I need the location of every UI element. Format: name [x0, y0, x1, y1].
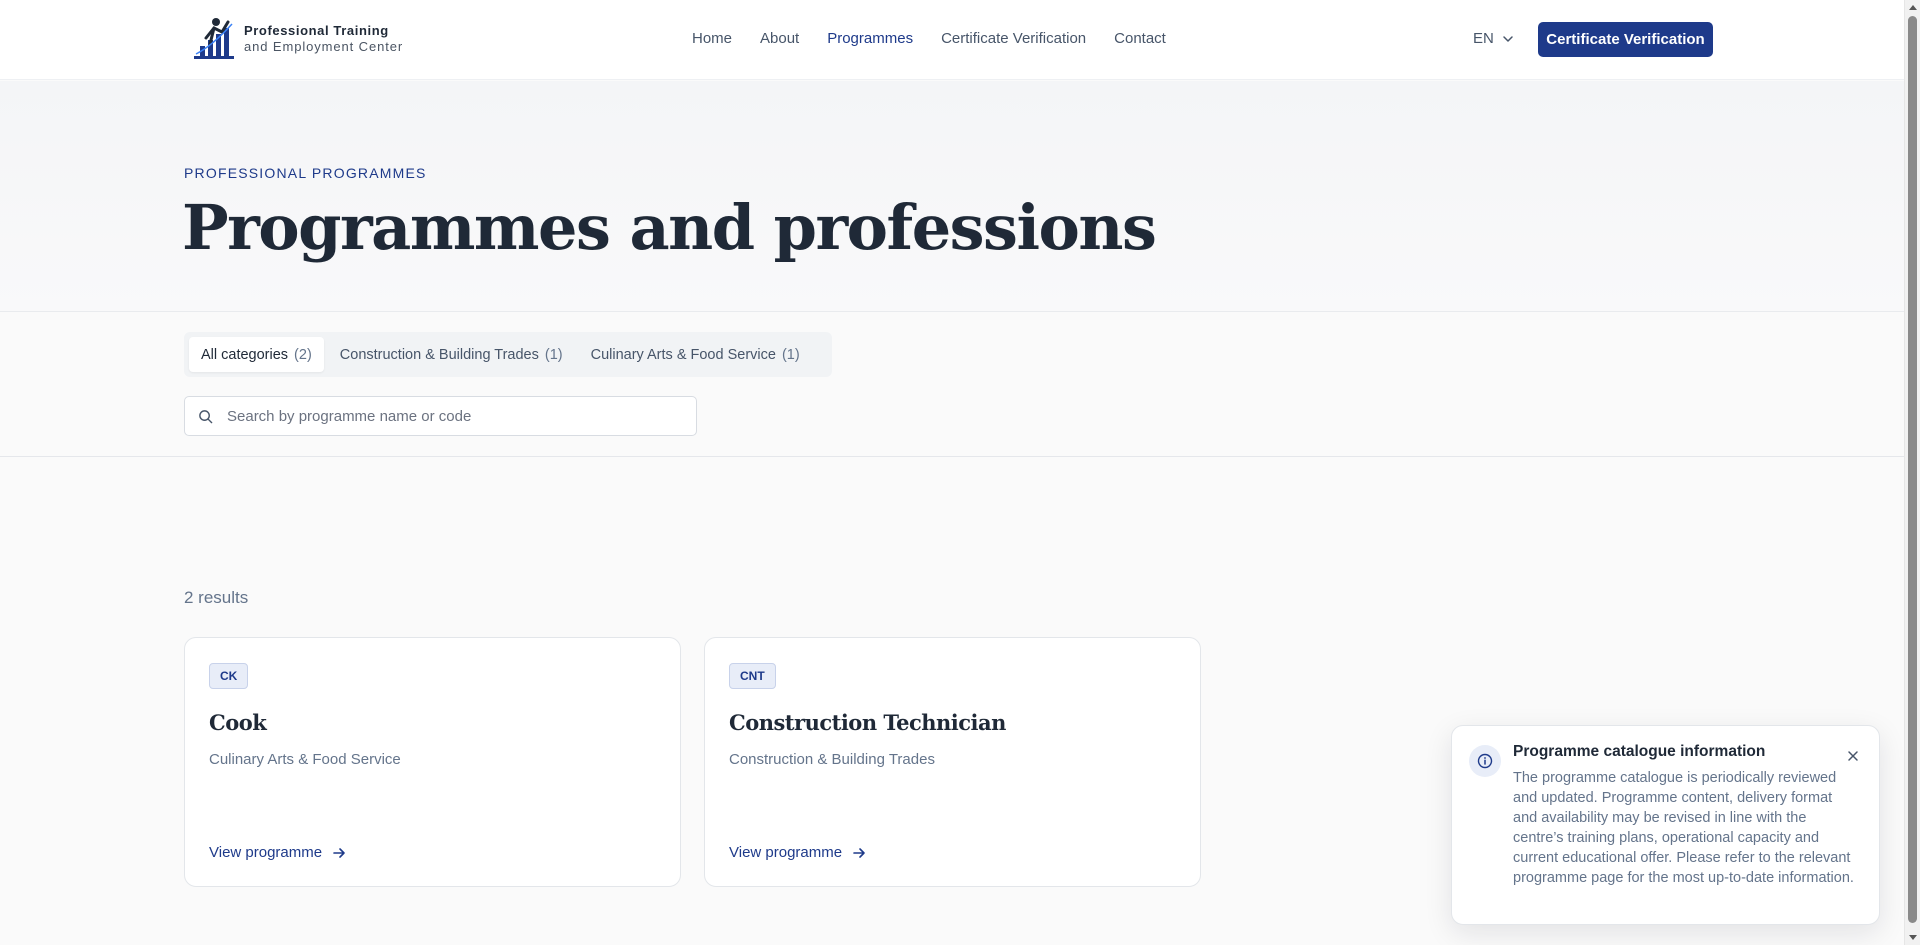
programme-card-cook[interactable]: CK Cook Culinary Arts & Food Service Vie… — [184, 637, 681, 887]
tab-culinary-arts-food-service[interactable]: Culinary Arts & Food Service (1) — [579, 337, 812, 372]
nav-item-certificate-verification[interactable]: Certificate Verification — [941, 30, 1086, 47]
hero-section: Professional programmes Programmes and p… — [0, 81, 1904, 312]
nav-item-programmes[interactable]: Programmes — [827, 30, 913, 47]
catalogue-info-toast: Programme catalogue information The prog… — [1451, 725, 1880, 925]
page-scrollbar[interactable] — [1904, 0, 1920, 945]
tab-count: (1) — [544, 346, 563, 363]
scrollbar-thumb[interactable] — [1908, 16, 1917, 923]
search-icon — [199, 409, 213, 423]
category-tabs: All categories (2) Construction & Buildi… — [184, 332, 832, 377]
tab-count: (1) — [781, 346, 800, 363]
arrow-right-icon — [853, 847, 865, 858]
certificate-verification-button[interactable]: Certificate Verification — [1538, 22, 1713, 57]
brand-name-line1: Professional Training — [244, 23, 389, 38]
view-programme-link[interactable]: View programme — [729, 844, 866, 861]
tab-all-categories[interactable]: All categories (2) — [189, 337, 324, 372]
search-input[interactable] — [227, 407, 667, 425]
brand-logo[interactable]: Professional Training and Employment Cen… — [192, 16, 403, 62]
page: Professional Training and Employment Cen… — [0, 0, 1920, 945]
toast-title: Programme catalogue information — [1513, 743, 1766, 760]
language-selector[interactable]: EN — [1473, 30, 1514, 47]
logo-icon — [194, 18, 234, 59]
page-title: Programmes and professions — [182, 191, 1157, 264]
programme-category: Construction & Building Trades — [729, 751, 935, 768]
search-box — [184, 396, 697, 436]
filter-section: All categories (2) Construction & Buildi… — [0, 312, 1904, 457]
language-label: EN — [1473, 30, 1494, 47]
programme-title: Construction Technician — [729, 710, 1006, 735]
site-header: Professional Training and Employment Cen… — [0, 0, 1904, 80]
programme-code-badge: CNT — [729, 663, 776, 689]
programme-code-badge: CK — [209, 663, 249, 689]
nav-item-home[interactable]: Home — [692, 30, 732, 47]
results-count: 2 results — [184, 588, 249, 607]
tab-count: (2) — [294, 346, 312, 363]
close-toast-button[interactable] — [1844, 747, 1862, 765]
arrow-right-icon — [333, 847, 345, 858]
main-nav: Home About Programmes Certificate Verifi… — [692, 30, 1194, 47]
toast-body: The programme catalogue is periodically … — [1513, 770, 1854, 886]
programme-category: Culinary Arts & Food Service — [209, 751, 401, 768]
nav-item-about[interactable]: About — [760, 30, 799, 47]
chevron-down-icon — [1503, 35, 1513, 42]
hero-eyebrow: Professional programmes — [184, 165, 427, 181]
nav-item-contact[interactable]: Contact — [1114, 30, 1166, 47]
info-icon-wrapper — [1469, 745, 1501, 777]
programme-card-construction-technician[interactable]: CNT Construction Technician Construction… — [704, 637, 1201, 887]
scroll-up-arrow-icon[interactable] — [1909, 5, 1917, 10]
view-programme-label: View programme — [209, 844, 323, 861]
close-icon — [1848, 751, 1858, 761]
brand-text: Professional Training and Employment Cen… — [244, 23, 403, 55]
tab-label: Culinary Arts & Food Service — [590, 346, 776, 363]
view-programme-link[interactable]: View programme — [209, 844, 346, 861]
brand-name-line2: and Employment Center — [244, 39, 404, 54]
scroll-down-arrow-icon[interactable] — [1909, 935, 1917, 940]
programme-title: Cook — [209, 710, 267, 735]
tab-construction-building-trades[interactable]: Construction & Building Trades (1) — [328, 337, 575, 372]
info-icon — [1477, 753, 1493, 769]
view-programme-label: View programme — [729, 844, 843, 861]
tab-label: All categories — [201, 346, 289, 363]
tab-label: Construction & Building Trades — [339, 346, 539, 363]
